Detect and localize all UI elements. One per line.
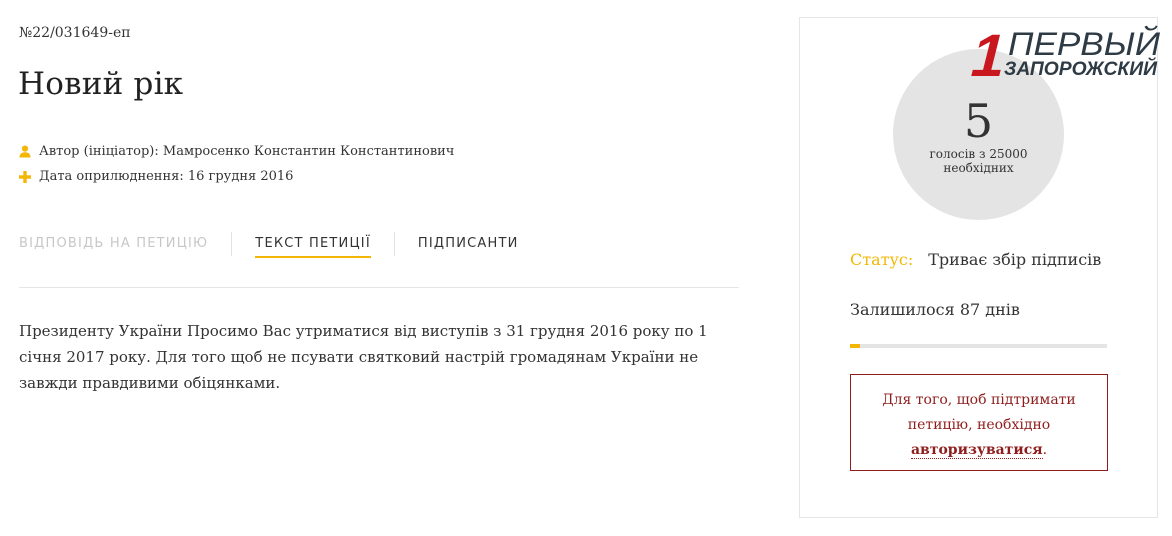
publication-date: 16 грудня 2016 — [187, 169, 294, 184]
auth-notice-text: Для того, щоб підтримати петицію, необхі… — [882, 392, 1076, 433]
login-link[interactable]: авторизуватися — [910, 442, 1043, 459]
tabs-divider — [19, 287, 739, 288]
tab-divider — [231, 232, 233, 256]
page-title: Новий рік — [18, 66, 184, 102]
channel-logo: 1 ПЕРВЫЙ ЗАПОРОЖСКИЙ — [964, 22, 1160, 82]
date-row: Дата оприлюднення: 16 грудня 2016 — [18, 169, 293, 184]
tab-petition-text[interactable]: Текст петиції — [255, 236, 371, 258]
progress-bar — [850, 344, 1107, 348]
user-icon — [18, 145, 32, 158]
petition-tabs: Відповідь на петицію Текст петиції Підпи… — [19, 232, 739, 264]
author-row: Автор (ініціатор): Мамросенко Константин… — [18, 144, 454, 159]
tab-answer[interactable]: Відповідь на петицію — [19, 236, 208, 256]
petition-number: №22/031649-еп — [19, 25, 131, 41]
votes-count: 5 — [963, 94, 994, 148]
plus-icon — [18, 170, 32, 183]
logo-line2: ЗАПОРОЖСКИЙ — [1004, 58, 1157, 80]
author-name: Мамросенко Константин Константинович — [162, 144, 455, 159]
status-value: Триває збір підписів — [928, 250, 1102, 269]
days-left: Залишилося 87 днів — [850, 300, 1020, 319]
status-label: Статус: — [850, 250, 914, 269]
votes-caption: голосів з 25000 необхідних — [929, 147, 1028, 175]
logo-line1: ПЕРВЫЙ — [1008, 26, 1160, 62]
tab-signers[interactable]: Підписанти — [418, 236, 519, 256]
tab-divider — [393, 232, 395, 256]
status-row: Статус: Триває збір підписів — [850, 250, 1101, 269]
petition-text: Президенту України Просимо Вас утриматис… — [19, 322, 708, 392]
author-label: Автор (ініціатор): — [39, 144, 159, 159]
auth-notice-end: . — [1042, 442, 1048, 458]
date-label: Дата оприлюднення: — [39, 169, 184, 184]
auth-notice: Для того, щоб підтримати петицію, необхі… — [850, 374, 1108, 471]
progress-fill — [850, 344, 861, 348]
petition-sidebar: 5 голосів з 25000 необхідних Статус: Три… — [799, 17, 1158, 518]
